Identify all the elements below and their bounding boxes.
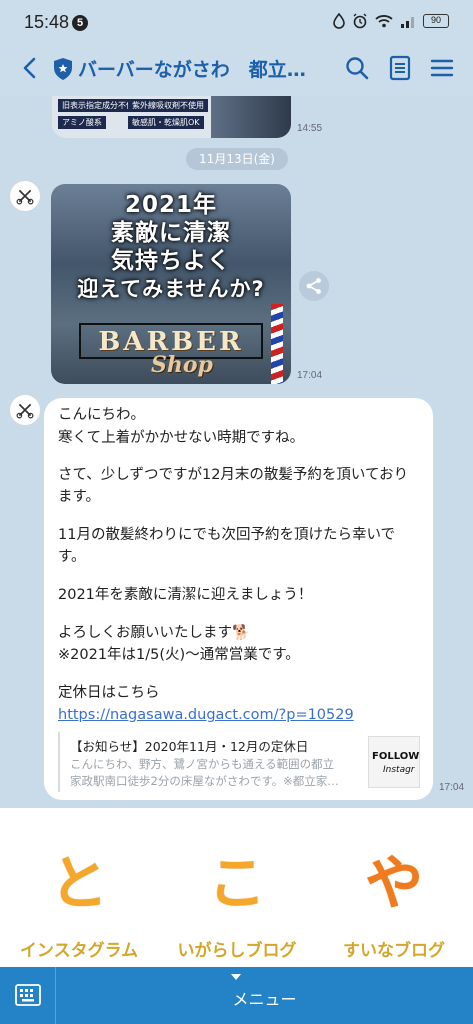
message-time: 14:55: [297, 123, 323, 134]
chat-header: バーバーながさわ 都立家政…: [0, 40, 473, 96]
shop-avatar[interactable]: [9, 180, 41, 212]
wifi-icon: [375, 15, 393, 28]
rich-menu-label: いがらしブログ: [177, 941, 297, 961]
verified-shield-icon: [54, 58, 72, 80]
rich-menu-glyph: や: [364, 849, 423, 917]
thumbnail-text: Instagr: [383, 765, 415, 775]
message-line: よろしくお願いいたします🐕: [58, 625, 251, 641]
barber-pole: [271, 304, 283, 384]
link-preview-thumbnail: FOLLOW Instagr: [368, 736, 420, 788]
rich-menu-item-igarashi-blog[interactable]: こ いがらしブログ: [158, 808, 316, 967]
text-message-bubble[interactable]: こんにちわ。 寒くて上着がかかせない時期ですね。 さて、少しずつですが12月末の…: [44, 398, 433, 800]
notes-icon[interactable]: [386, 54, 414, 82]
share-icon[interactable]: [299, 271, 329, 301]
rich-menu-label: すいなブログ: [343, 941, 445, 961]
link-preview-description: 家政駅南口徒歩2分の床屋ながさわです。※都立家…: [70, 774, 339, 788]
keyboard-toggle-button[interactable]: [0, 967, 56, 1024]
message-line: 11月の散髪終わりにでも次回予約を頂けたら幸いで: [58, 527, 396, 543]
message-line: こんにちわ。: [58, 407, 145, 423]
product-tag: アミノ酸系: [58, 116, 106, 129]
date-separator: 11月13日(金): [186, 148, 288, 170]
menu-toggle-button[interactable]: メニュー: [56, 986, 473, 1010]
hamburger-menu-icon[interactable]: [428, 54, 456, 82]
alarm-icon: [353, 13, 367, 29]
message-time: 17:04: [297, 370, 323, 381]
chat-title: バーバーながさわ 都立家政…: [78, 59, 318, 81]
status-bar: 15:48 5 90: [0, 0, 473, 40]
chat-area[interactable]: 旧表示指定成分不使用 紫外線吸収剤不使用 アミノ酸系 敏感肌・乾燥肌OK 14:…: [0, 96, 473, 808]
message-line: さて、少しずつですが12月末の散髪予約を頂いており: [58, 467, 409, 483]
drop-icon: [333, 13, 345, 29]
rich-menu-glyph: と: [49, 849, 108, 917]
link-preview-description: こんにちわ、野方、鷺ノ宮からも通える範囲の都立: [70, 757, 335, 771]
message-time: 17:04: [439, 782, 465, 793]
menu-collapse-arrow-icon[interactable]: [231, 974, 241, 980]
rich-menu-item-suina-blog[interactable]: や すいなブログ: [315, 808, 473, 967]
link-preview-title: 【お知らせ】2020年11月・12月の定休日: [70, 739, 309, 754]
back-button[interactable]: [16, 54, 44, 82]
status-time: 15:48: [24, 12, 70, 32]
shop-script-logo: Shop: [151, 352, 213, 378]
rich-menu: と インスタグラム こ いがらしブログ や すいなブログ: [0, 808, 473, 967]
notification-count-badge: 5: [72, 15, 88, 31]
rich-menu-glyph: こ: [207, 849, 266, 917]
image-text-line: 2021年: [124, 192, 217, 218]
rich-menu-item-instagram[interactable]: と インスタグラム: [0, 808, 158, 967]
signal-icon: [401, 17, 414, 28]
rich-menu-label: インスタグラム: [19, 941, 139, 961]
image-message[interactable]: 2021年 素敵に清潔 気持ちよく 迎えてみませんか? BARBER Shop: [51, 184, 291, 384]
shop-avatar[interactable]: [9, 394, 41, 426]
product-tag: 敏感肌・乾燥肌OK: [128, 116, 204, 129]
message-line: ます。: [58, 489, 101, 505]
product-photo: [211, 96, 291, 138]
message-line: ※2021年は1/5(火)〜通常営業です。: [58, 647, 300, 663]
bottom-bar: メニュー: [0, 967, 473, 1024]
battery-indicator: 90: [423, 14, 449, 28]
link-preview-card[interactable]: 【お知らせ】2020年11月・12月の定休日 こんにちわ、野方、鷺ノ宮からも通え…: [58, 732, 420, 792]
image-text-line: 素敵に清潔: [111, 220, 231, 246]
search-icon[interactable]: [343, 54, 371, 82]
product-tag: 紫外線吸収剤不使用: [128, 99, 208, 112]
message-line: 定休日はこちら: [58, 685, 160, 701]
message-line: 寒くて上着がかかせない時期ですね。: [58, 430, 305, 446]
thumbnail-text: FOLLOW: [372, 751, 420, 762]
message-line: 2021年を素敵に清潔に迎えましょう！: [58, 587, 313, 603]
image-text-line: 迎えてみませんか?: [77, 277, 265, 301]
message-link[interactable]: https://nagasawa.dugact.com/?p=10529: [58, 705, 354, 725]
keyboard-icon: [15, 984, 41, 1006]
previous-image-message[interactable]: 旧表示指定成分不使用 紫外線吸収剤不使用 アミノ酸系 敏感肌・乾燥肌OK: [52, 96, 291, 138]
message-line: す。: [58, 549, 86, 565]
image-text-line: 気持ちよく: [111, 248, 231, 274]
status-icons: 90: [333, 11, 449, 31]
